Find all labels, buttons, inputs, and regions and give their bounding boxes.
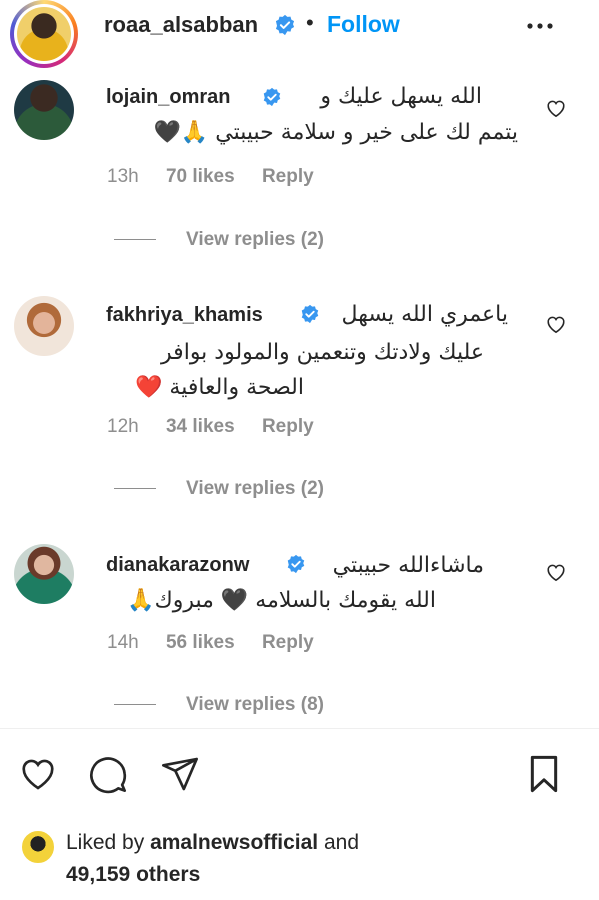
commenter-username[interactable]: lojain_omran [106,86,230,109]
follow-button[interactable]: Follow [327,11,400,38]
replies-divider-line [114,488,156,490]
like-comment-icon[interactable] [545,562,567,587]
actions-divider [0,728,599,729]
comment-text-line: الله يسهل عليك و [320,84,482,109]
comment-bubble-icon[interactable] [88,754,128,799]
post-action-bar [0,748,599,804]
like-comment-icon[interactable] [545,314,567,339]
story-ring[interactable] [10,0,78,68]
commenter-avatar[interactable] [14,80,74,140]
comment-likes[interactable]: 70 likes [166,166,235,187]
separator-dot: • [306,10,314,35]
commenter-avatar[interactable] [14,544,74,604]
replies-divider-line [114,239,156,241]
more-horizontal-icon[interactable] [524,14,556,43]
comment-meta: 13h 70 likes Reply [107,166,336,188]
liked-by-text: Liked by amalnewsofficial and [66,831,359,854]
comment-meta: 14h 56 likes Reply [107,632,336,654]
verified-badge-icon [262,87,282,112]
verified-badge-icon [300,304,320,329]
comment-likes[interactable]: 56 likes [166,632,235,653]
comment-text-line: الله يقومك بالسلامه 🖤 مبروك🙏 [127,588,436,613]
liker-avatar[interactable] [20,829,56,865]
commenter-avatar[interactable] [14,296,74,356]
reply-button[interactable]: Reply [262,632,314,653]
author-username[interactable]: roaa_alsabban [104,12,258,38]
view-replies-button[interactable]: View replies (2) [114,229,324,251]
comment-text-line: ياعمري الله يسهل [341,302,508,327]
liker-username[interactable]: amalnewsofficial [150,831,318,854]
likes-others-count[interactable]: 49,159 others [66,863,200,887]
comment-text-line: يتمم لك على خير و سلامة حبيبتي 🙏🖤 [153,120,518,145]
verified-badge-icon [274,14,296,41]
comment-time: 12h [107,416,139,437]
comment-text-line: ماشاءالله حبيبتي [332,553,484,578]
comment-time: 14h [107,632,139,653]
view-replies-button[interactable]: View replies (8) [114,694,324,716]
comment-time: 13h [107,166,139,187]
like-heart-icon[interactable] [18,754,58,797]
author-avatar [17,7,71,61]
commenter-username[interactable]: fakhriya_khamis [106,304,263,327]
commenter-username[interactable]: dianakarazonw [106,554,249,577]
comment-text-line: الصحة والعافية ❤️ [135,375,304,400]
reply-button[interactable]: Reply [262,166,314,187]
post-header: roaa_alsabban • Follow [0,0,599,74]
view-replies-button[interactable]: View replies (2) [114,478,324,500]
save-bookmark-icon[interactable] [526,754,562,799]
like-comment-icon[interactable] [545,98,567,123]
verified-badge-icon [286,554,306,579]
reply-button[interactable]: Reply [262,416,314,437]
share-send-icon[interactable] [160,754,200,799]
comment-text-line: عليك ولادتك وتنعمين والمولود بوافر [161,340,484,365]
comment-meta: 12h 34 likes Reply [107,416,336,438]
comment-likes[interactable]: 34 likes [166,416,235,437]
replies-divider-line [114,704,156,706]
